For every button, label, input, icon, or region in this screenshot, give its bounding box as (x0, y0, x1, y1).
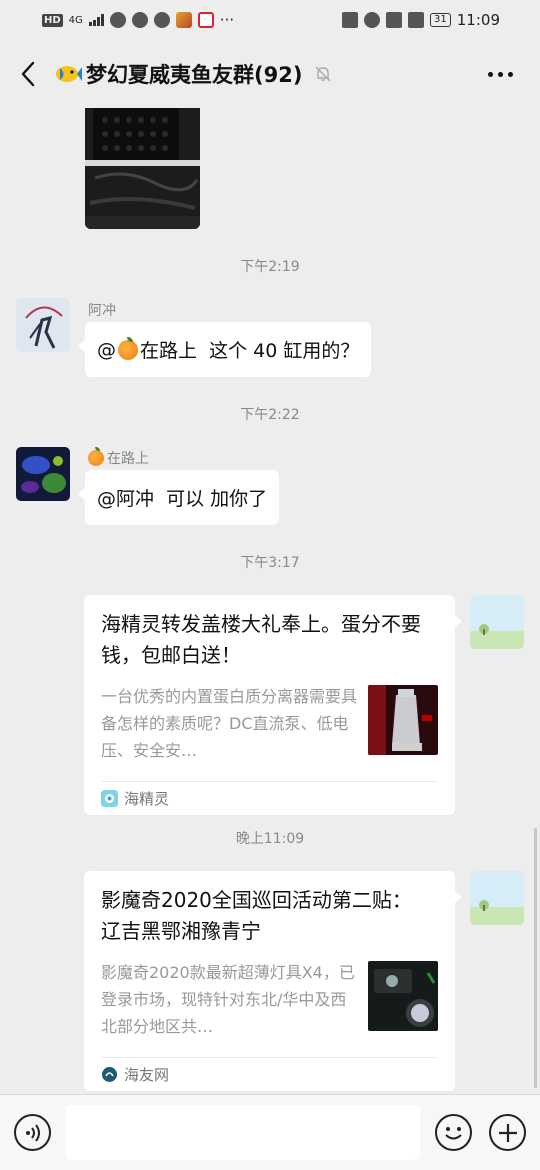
self-avatar-image (470, 595, 524, 649)
status-right: 31 11:09 (342, 11, 500, 29)
book-app-icon (197, 12, 214, 28)
source-logo-icon (102, 1067, 117, 1082)
signal-icon (88, 14, 104, 26)
more-options-button[interactable] (484, 58, 516, 90)
sender-name: 阿冲 (88, 300, 116, 320)
card-source: 海精灵 (101, 781, 438, 815)
more-notifications-icon: ··· (219, 11, 235, 29)
message-input[interactable] (66, 1105, 420, 1160)
source-name: 海友网 (124, 1066, 170, 1084)
status-left: HD 4G ··· (42, 11, 234, 29)
card-body: 影魔奇2020款最新超薄灯具X4，已登录市场，现特针对东北/华中及西北部分地区共… (101, 959, 438, 1041)
card-source: 海友网 (101, 1057, 438, 1091)
alarm-icon (364, 12, 381, 28)
card-body: 一台优秀的内置蛋白质分离器需要具备怎样的素质呢？DC直流泵、低电压、安全安… (101, 683, 438, 765)
fish-emoji-icon (56, 66, 82, 82)
network-type: 4G (68, 14, 83, 26)
card-description: 影魔奇2020款最新超薄灯具X4，已登录市场，现特针对东北/华中及西北部分地区共… (101, 963, 355, 1036)
nfc-icon (342, 12, 359, 28)
aquarium-device-photo (85, 108, 200, 229)
card-title: 海精灵转发盖楼大礼奉上。蛋分不要钱，包邮白送！ (101, 612, 421, 667)
message-text: @阿冲 可以 加你了 (97, 488, 268, 510)
dot-icon (507, 71, 513, 77)
link-card[interactable]: 海精灵转发盖楼大礼奉上。蛋分不要钱，包邮白送！ 一台优秀的内置蛋白质分离器需要具… (84, 595, 462, 815)
compass-icon (153, 12, 170, 28)
game-app-icon (175, 12, 192, 28)
sender-name: 在路上 (88, 447, 149, 468)
voice-icon (25, 1123, 40, 1142)
card-title: 影魔奇2020全国巡回活动第二贴： 辽吉黑鄂湘豫青宁 (101, 888, 425, 943)
message-bubble[interactable]: @ 在路上 这个 40 缸用的？ (77, 322, 372, 377)
aquarium-light-image (368, 961, 438, 1031)
bluetooth-icon (386, 12, 403, 28)
usb-icon (109, 12, 126, 28)
more-functions-button[interactable] (489, 1114, 526, 1151)
avatar[interactable] (16, 298, 70, 352)
chat-title-group[interactable]: 梦幻夏威夷鱼友群(92) (54, 56, 332, 92)
avatar-image (16, 298, 70, 352)
dot-icon (497, 71, 503, 77)
mention-name: 在路上 (140, 340, 198, 362)
protein-skimmer-image (368, 685, 438, 755)
mute-bell-icon (315, 66, 331, 82)
dot-icon (487, 71, 493, 77)
avatar[interactable] (16, 447, 70, 501)
timestamp: 下午3:17 (240, 555, 300, 571)
emoji-button[interactable] (435, 1114, 472, 1151)
chat-title: 梦幻夏威夷鱼友群(92) (86, 63, 303, 87)
plus-icon (498, 1123, 517, 1142)
qq-icon (131, 12, 148, 28)
orange-emoji-icon (88, 447, 104, 466)
sender-name-text: 在路上 (107, 451, 149, 467)
back-button[interactable] (14, 56, 42, 92)
scrollbar[interactable] (534, 828, 537, 1088)
message-bubble[interactable]: @阿冲 可以 加你了 (77, 470, 280, 525)
status-bar: HD 4G ··· 31 11:09 (0, 0, 540, 40)
battery-icon: 31 (430, 13, 451, 27)
timestamp: 下午2:19 (240, 259, 300, 275)
card-thumbnail (368, 685, 438, 755)
self-avatar[interactable] (470, 871, 524, 925)
orange-emoji-icon (118, 336, 138, 360)
avatar-image (16, 447, 70, 501)
card-thumbnail (368, 961, 438, 1031)
chat-area[interactable]: 下午2:19 阿冲 @ 在路上 这个 40 缸用的？ 下午2:22 在路上 @阿… (0, 108, 540, 1094)
smiley-icon (445, 1127, 462, 1140)
voice-button[interactable] (14, 1114, 51, 1151)
image-message[interactable] (85, 108, 200, 229)
chevron-left-icon (21, 61, 35, 87)
input-bar (0, 1094, 540, 1170)
message-text: 这个 40 缸用的？ (197, 340, 360, 362)
status-time: 11:09 (456, 11, 500, 29)
timestamp: 下午2:22 (240, 407, 300, 423)
sender-name-text: 阿冲 (88, 303, 116, 319)
source-name: 海精灵 (124, 790, 170, 808)
hd-indicator: HD (42, 13, 63, 27)
card-description: 一台优秀的内置蛋白质分离器需要具备怎样的素质呢？DC直流泵、低电压、安全安… (101, 687, 357, 760)
mention-prefix: @ (97, 338, 116, 361)
link-card[interactable]: 影魔奇2020全国巡回活动第二贴： 辽吉黑鄂湘豫青宁 影魔奇2020款最新超薄灯… (84, 871, 462, 1091)
self-avatar-image (470, 871, 524, 925)
self-avatar[interactable] (470, 595, 524, 649)
vibrate-icon (408, 12, 425, 28)
timestamp: 晚上11:09 (235, 831, 305, 847)
chat-header: 梦幻夏威夷鱼友群(92) (0, 40, 540, 108)
source-logo-icon (101, 790, 118, 807)
